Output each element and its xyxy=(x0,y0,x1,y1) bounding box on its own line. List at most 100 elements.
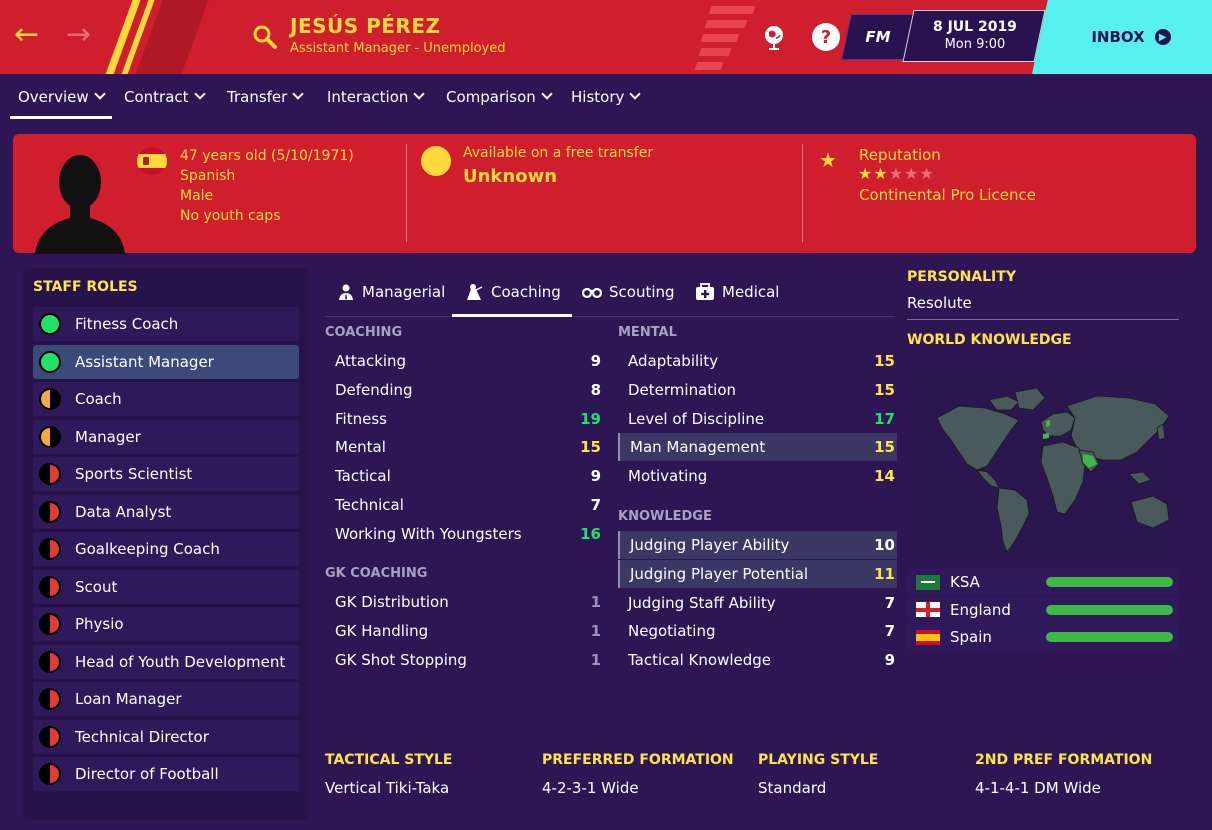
role-suitability-icon xyxy=(39,388,61,410)
attribute-name: Mental xyxy=(335,438,386,457)
spain-flag-icon xyxy=(916,629,940,645)
tab-managerial[interactable]: Managerial xyxy=(337,283,445,301)
attribute-row[interactable]: Man Management 15 xyxy=(618,433,897,462)
header-stripe xyxy=(129,0,213,74)
help-icon[interactable]: ? xyxy=(812,23,840,51)
second-formation-value: 4-1-4-1 DM Wide xyxy=(975,779,1101,797)
attribute-row[interactable]: Adaptability 15 xyxy=(618,347,897,375)
tab-medical[interactable]: Medical xyxy=(695,283,779,301)
chevron-right-icon: ▶ xyxy=(1154,29,1171,45)
attribute-row[interactable]: Mental 15 xyxy=(325,433,603,461)
staff-roles-title: STAFF ROLES xyxy=(33,279,138,295)
gender-text: Male xyxy=(180,188,214,204)
attribute-row[interactable]: Motivating 14 xyxy=(618,462,897,490)
role-suitability-icon xyxy=(39,463,61,485)
reputation-label: Reputation xyxy=(859,146,941,164)
tab-comparison[interactable]: Comparison xyxy=(446,88,551,106)
attribute-value: 16 xyxy=(580,524,601,543)
tab-transfer[interactable]: Transfer xyxy=(227,88,302,106)
attribute-row[interactable]: Attacking 9 xyxy=(325,347,603,375)
attribute-row[interactable]: Judging Player Ability 10 xyxy=(618,531,897,559)
person-silhouette-icon xyxy=(35,155,125,254)
attribute-name: GK Handling xyxy=(335,621,429,640)
staff-role-label: Fitness Coach xyxy=(75,315,179,333)
attribute-row[interactable]: GK Handling 1 xyxy=(325,617,603,645)
attribute-value: 19 xyxy=(580,409,601,428)
back-arrow-icon[interactable]: ← xyxy=(14,20,39,50)
staff-role-item[interactable]: Coach xyxy=(33,382,299,416)
attribute-row[interactable]: Determination 15 xyxy=(618,376,897,404)
attribute-row[interactable]: Working With Youngsters 16 xyxy=(325,520,603,548)
staff-role-item[interactable]: Technical Director xyxy=(33,719,299,754)
preferred-formation-title: PREFERRED FORMATION xyxy=(542,752,734,768)
inbox-label: INBOX xyxy=(1091,28,1145,46)
attribute-row[interactable]: Fitness 19 xyxy=(325,405,603,433)
attribute-row[interactable]: Negotiating 7 xyxy=(618,617,897,645)
role-suitability-icon xyxy=(39,575,61,598)
attribute-row[interactable]: Tactical Knowledge 9 xyxy=(618,646,897,674)
nation-knowledge-row[interactable]: Spain xyxy=(907,624,1179,650)
forward-arrow-icon[interactable]: → xyxy=(66,20,91,50)
attribute-name: Man Management xyxy=(630,438,766,457)
staff-role-item[interactable]: Assistant Manager xyxy=(33,344,299,379)
staff-role-label: Data Analyst xyxy=(75,502,172,521)
gk-coaching-section-title: GK COACHING xyxy=(325,566,428,581)
nation-knowledge-row[interactable]: England xyxy=(907,596,1179,623)
attribute-row[interactable]: Judging Player Potential 11 xyxy=(618,559,897,588)
attribute-row[interactable]: Technical 7 xyxy=(325,491,603,519)
header-decoration xyxy=(694,6,760,70)
staff-role-item[interactable]: Scout xyxy=(33,569,299,604)
staff-role-item[interactable]: Data Analyst xyxy=(33,494,299,529)
divider xyxy=(907,319,1179,320)
reputation-star-icon: ★ xyxy=(904,164,920,183)
date-button[interactable]: 8 JUL 2019 Mon 9:00 xyxy=(902,10,1046,62)
nation-knowledge-row[interactable]: KSA xyxy=(907,569,1179,595)
role-suitability-icon xyxy=(39,763,61,785)
mental-section-title: MENTAL xyxy=(618,325,677,340)
tab-scouting[interactable]: Scouting xyxy=(582,283,675,301)
attribute-row[interactable]: Judging Staff Ability 7 xyxy=(618,589,897,617)
attribute-row[interactable]: Defending 8 xyxy=(325,376,603,404)
staff-role-item[interactable]: Director of Football xyxy=(33,757,299,791)
age-text: 47 years old (5/10/1971) xyxy=(180,148,354,164)
attribute-name: Determination xyxy=(628,380,737,399)
attribute-row[interactable]: GK Distribution 1 xyxy=(325,588,603,616)
knowledge-bar xyxy=(1046,632,1173,642)
ksa-flag-icon xyxy=(916,574,940,590)
globe-icon[interactable] xyxy=(760,22,790,52)
attribute-value: 15 xyxy=(874,380,895,399)
tab-overview[interactable]: Overview xyxy=(18,88,104,106)
personal-details: 47 years old (5/10/1971) Spanish Male No… xyxy=(180,146,354,226)
availability-value: Unknown xyxy=(463,166,558,187)
availability-label: Available on a free transfer xyxy=(463,145,654,161)
staff-role-item[interactable]: Manager xyxy=(33,419,299,454)
tab-contract[interactable]: Contract xyxy=(124,88,204,106)
attribute-name: Tactical Knowledge xyxy=(628,651,771,670)
role-suitability-icon xyxy=(39,688,61,710)
staff-role-item[interactable]: Goalkeeping Coach xyxy=(33,532,299,566)
england-flag-icon xyxy=(916,602,940,617)
attribute-row[interactable]: Tactical 9 xyxy=(325,462,603,490)
active-attr-tab-underline xyxy=(452,314,572,317)
staff-role-item[interactable]: Fitness Coach xyxy=(33,307,299,341)
reputation-star-icon: ★ xyxy=(858,164,874,183)
attribute-row[interactable]: Level of Discipline 17 xyxy=(618,405,897,433)
tab-interaction[interactable]: Interaction xyxy=(327,88,423,106)
tab-coaching[interactable]: Coaching xyxy=(464,283,561,301)
staff-role-item[interactable]: Head of Youth Development xyxy=(33,644,299,679)
attribute-value: 8 xyxy=(590,380,601,399)
attribute-row[interactable]: GK Shot Stopping 1 xyxy=(325,646,603,674)
tab-history[interactable]: History xyxy=(571,88,639,106)
attribute-value: 7 xyxy=(590,496,601,514)
search-icon[interactable] xyxy=(252,24,278,50)
attribute-name: Defending xyxy=(335,380,413,399)
staff-role-item[interactable]: Loan Manager xyxy=(33,682,299,716)
inbox-button[interactable]: INBOX ▶ xyxy=(1050,0,1212,74)
staff-role-item[interactable]: Physio xyxy=(33,607,299,641)
staff-role-item[interactable]: Sports Scientist xyxy=(33,457,299,491)
attribute-value: 1 xyxy=(590,650,601,669)
staff-roles-panel: STAFF ROLES Fitness Coach Assistant Manag… xyxy=(23,268,308,820)
spain-flag-icon xyxy=(137,146,167,176)
top-bar: ← → JESÚS PÉREZ Assistant Manager - Unem… xyxy=(0,0,1212,74)
attribute-value: 7 xyxy=(884,622,895,641)
